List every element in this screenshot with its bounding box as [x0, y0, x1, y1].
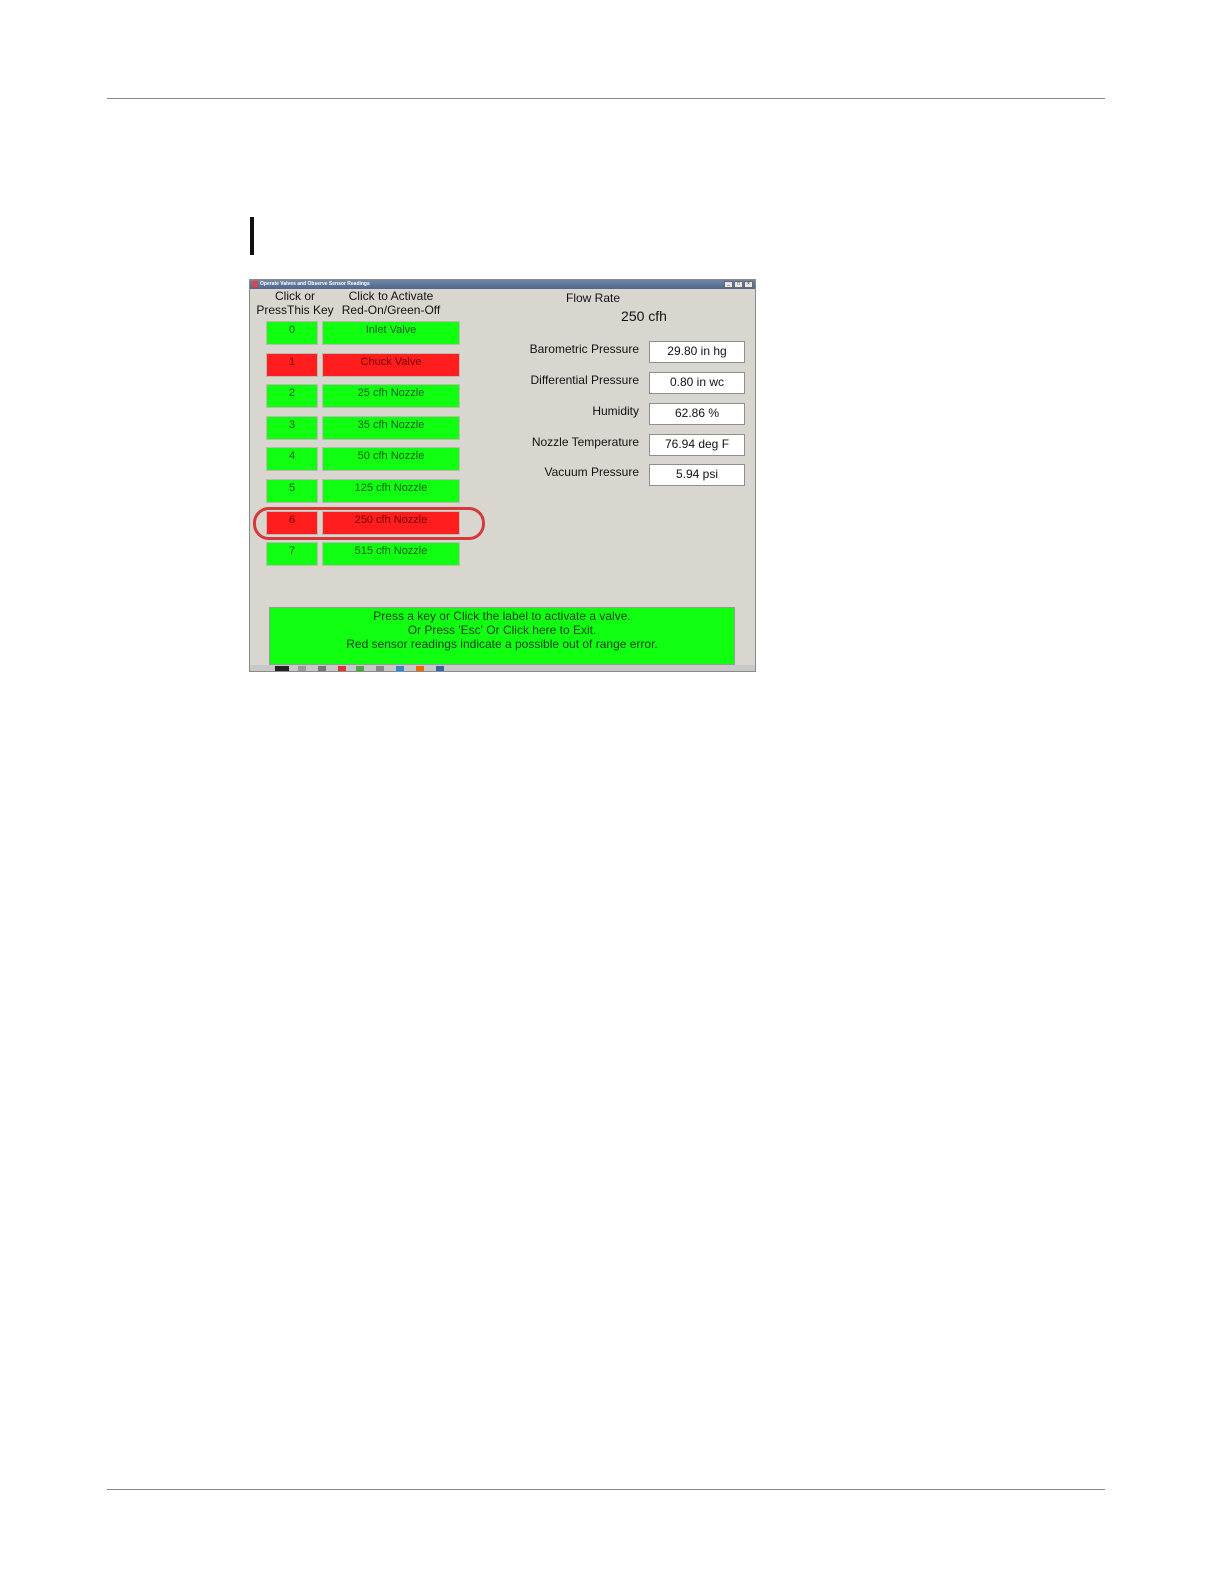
- valve-row: 1 Chuck Valve: [250, 353, 510, 377]
- valve-label-button[interactable]: 35 cfh Nozzle: [322, 416, 460, 440]
- window-title: Operate Valves and Observe Sensor Readin…: [260, 281, 370, 287]
- taskbar-app-icon[interactable]: [436, 666, 444, 671]
- valve-row: 5 125 cfh Nozzle: [250, 479, 510, 503]
- valve-label-button[interactable]: 50 cfh Nozzle: [322, 447, 460, 471]
- start-icon[interactable]: [275, 666, 289, 671]
- reading-value: 62.86 %: [649, 403, 745, 425]
- page-header-rule: [107, 98, 1105, 99]
- valve-label-button[interactable]: 125 cfh Nozzle: [322, 479, 460, 503]
- status-line: Or Press 'Esc' Or Click here to Exit.: [407, 623, 597, 637]
- taskbar-app-icon[interactable]: [338, 666, 346, 671]
- activate-column-header: Click to Activate Red-On/Green-Off: [341, 289, 441, 317]
- reading-nozzle-temperature: Nozzle Temperature 76.94 deg F: [510, 434, 750, 456]
- reading-label: Differential Pressure: [530, 373, 640, 387]
- taskbar-app-icon[interactable]: [416, 666, 424, 671]
- valve-row: 3 35 cfh Nozzle: [250, 416, 510, 440]
- exit-status-panel[interactable]: Press a key or Click the label to activa…: [269, 607, 735, 665]
- valve-key-button[interactable]: 1: [266, 353, 318, 377]
- reading-label: Nozzle Temperature: [531, 435, 639, 449]
- status-line: Red sensor readings indicate a possible …: [346, 637, 658, 651]
- valve-key-button[interactable]: 0: [266, 321, 318, 345]
- key-column-header: Click or PressThis Key: [256, 289, 334, 317]
- valve-key-button[interactable]: 2: [266, 384, 318, 408]
- window-controls: _ □ ×: [724, 281, 753, 288]
- title-bar[interactable]: Operate Valves and Observe Sensor Readin…: [250, 280, 755, 289]
- flow-rate-value: 250 cfh: [621, 308, 667, 324]
- taskbar-app-icon[interactable]: [318, 666, 326, 671]
- taskbar-app-icon[interactable]: [356, 666, 364, 671]
- valve-label-button[interactable]: Inlet Valve: [322, 321, 460, 345]
- reading-barometric-pressure: Barometric Pressure 29.80 in hg: [510, 341, 750, 363]
- reading-label: Vacuum Pressure: [544, 465, 639, 479]
- valve-row: 7 515 cfh Nozzle: [250, 542, 510, 566]
- reading-value: 0.80 in wc: [649, 372, 745, 394]
- taskbar-app-icon[interactable]: [376, 666, 384, 671]
- change-bar: [250, 217, 254, 255]
- reading-value: 76.94 deg F: [649, 434, 745, 456]
- page-footer-rule: [107, 1489, 1105, 1490]
- taskbar-app-icon[interactable]: [396, 666, 404, 671]
- reading-value: 29.80 in hg: [649, 341, 745, 363]
- reading-differential-pressure: Differential Pressure 0.80 in wc: [510, 372, 750, 394]
- taskbar-app-icon[interactable]: [298, 666, 306, 671]
- maximize-icon[interactable]: □: [734, 281, 743, 288]
- status-line: Press a key or Click the label to activa…: [373, 609, 631, 623]
- valve-row: 2 25 cfh Nozzle: [250, 384, 510, 408]
- taskbar: [250, 665, 755, 671]
- valve-label-button[interactable]: 25 cfh Nozzle: [322, 384, 460, 408]
- valve-key-button[interactable]: 7: [266, 542, 318, 566]
- reading-label: Humidity: [592, 404, 639, 418]
- valve-row: 6 250 cfh Nozzle: [250, 511, 510, 535]
- valve-control-window: Operate Valves and Observe Sensor Readin…: [249, 279, 756, 672]
- reading-humidity: Humidity 62.86 %: [510, 403, 750, 425]
- reading-vacuum-pressure: Vacuum Pressure 5.94 psi: [510, 464, 750, 486]
- valve-label-button[interactable]: 250 cfh Nozzle: [322, 511, 460, 535]
- valve-label-button[interactable]: Chuck Valve: [322, 353, 460, 377]
- close-icon[interactable]: ×: [744, 281, 753, 288]
- valve-label-button[interactable]: 515 cfh Nozzle: [322, 542, 460, 566]
- flow-rate-label: Flow Rate: [565, 291, 621, 305]
- reading-value: 5.94 psi: [649, 464, 745, 486]
- valve-row: 4 50 cfh Nozzle: [250, 447, 510, 471]
- app-icon: [252, 281, 258, 287]
- minimize-icon[interactable]: _: [724, 281, 733, 288]
- valve-key-button[interactable]: 3: [266, 416, 318, 440]
- reading-label: Barometric Pressure: [529, 342, 639, 356]
- valve-row: 0 Inlet Valve: [250, 321, 510, 345]
- valve-key-button[interactable]: 4: [266, 447, 318, 471]
- valve-key-button[interactable]: 6: [266, 511, 318, 535]
- valve-key-button[interactable]: 5: [266, 479, 318, 503]
